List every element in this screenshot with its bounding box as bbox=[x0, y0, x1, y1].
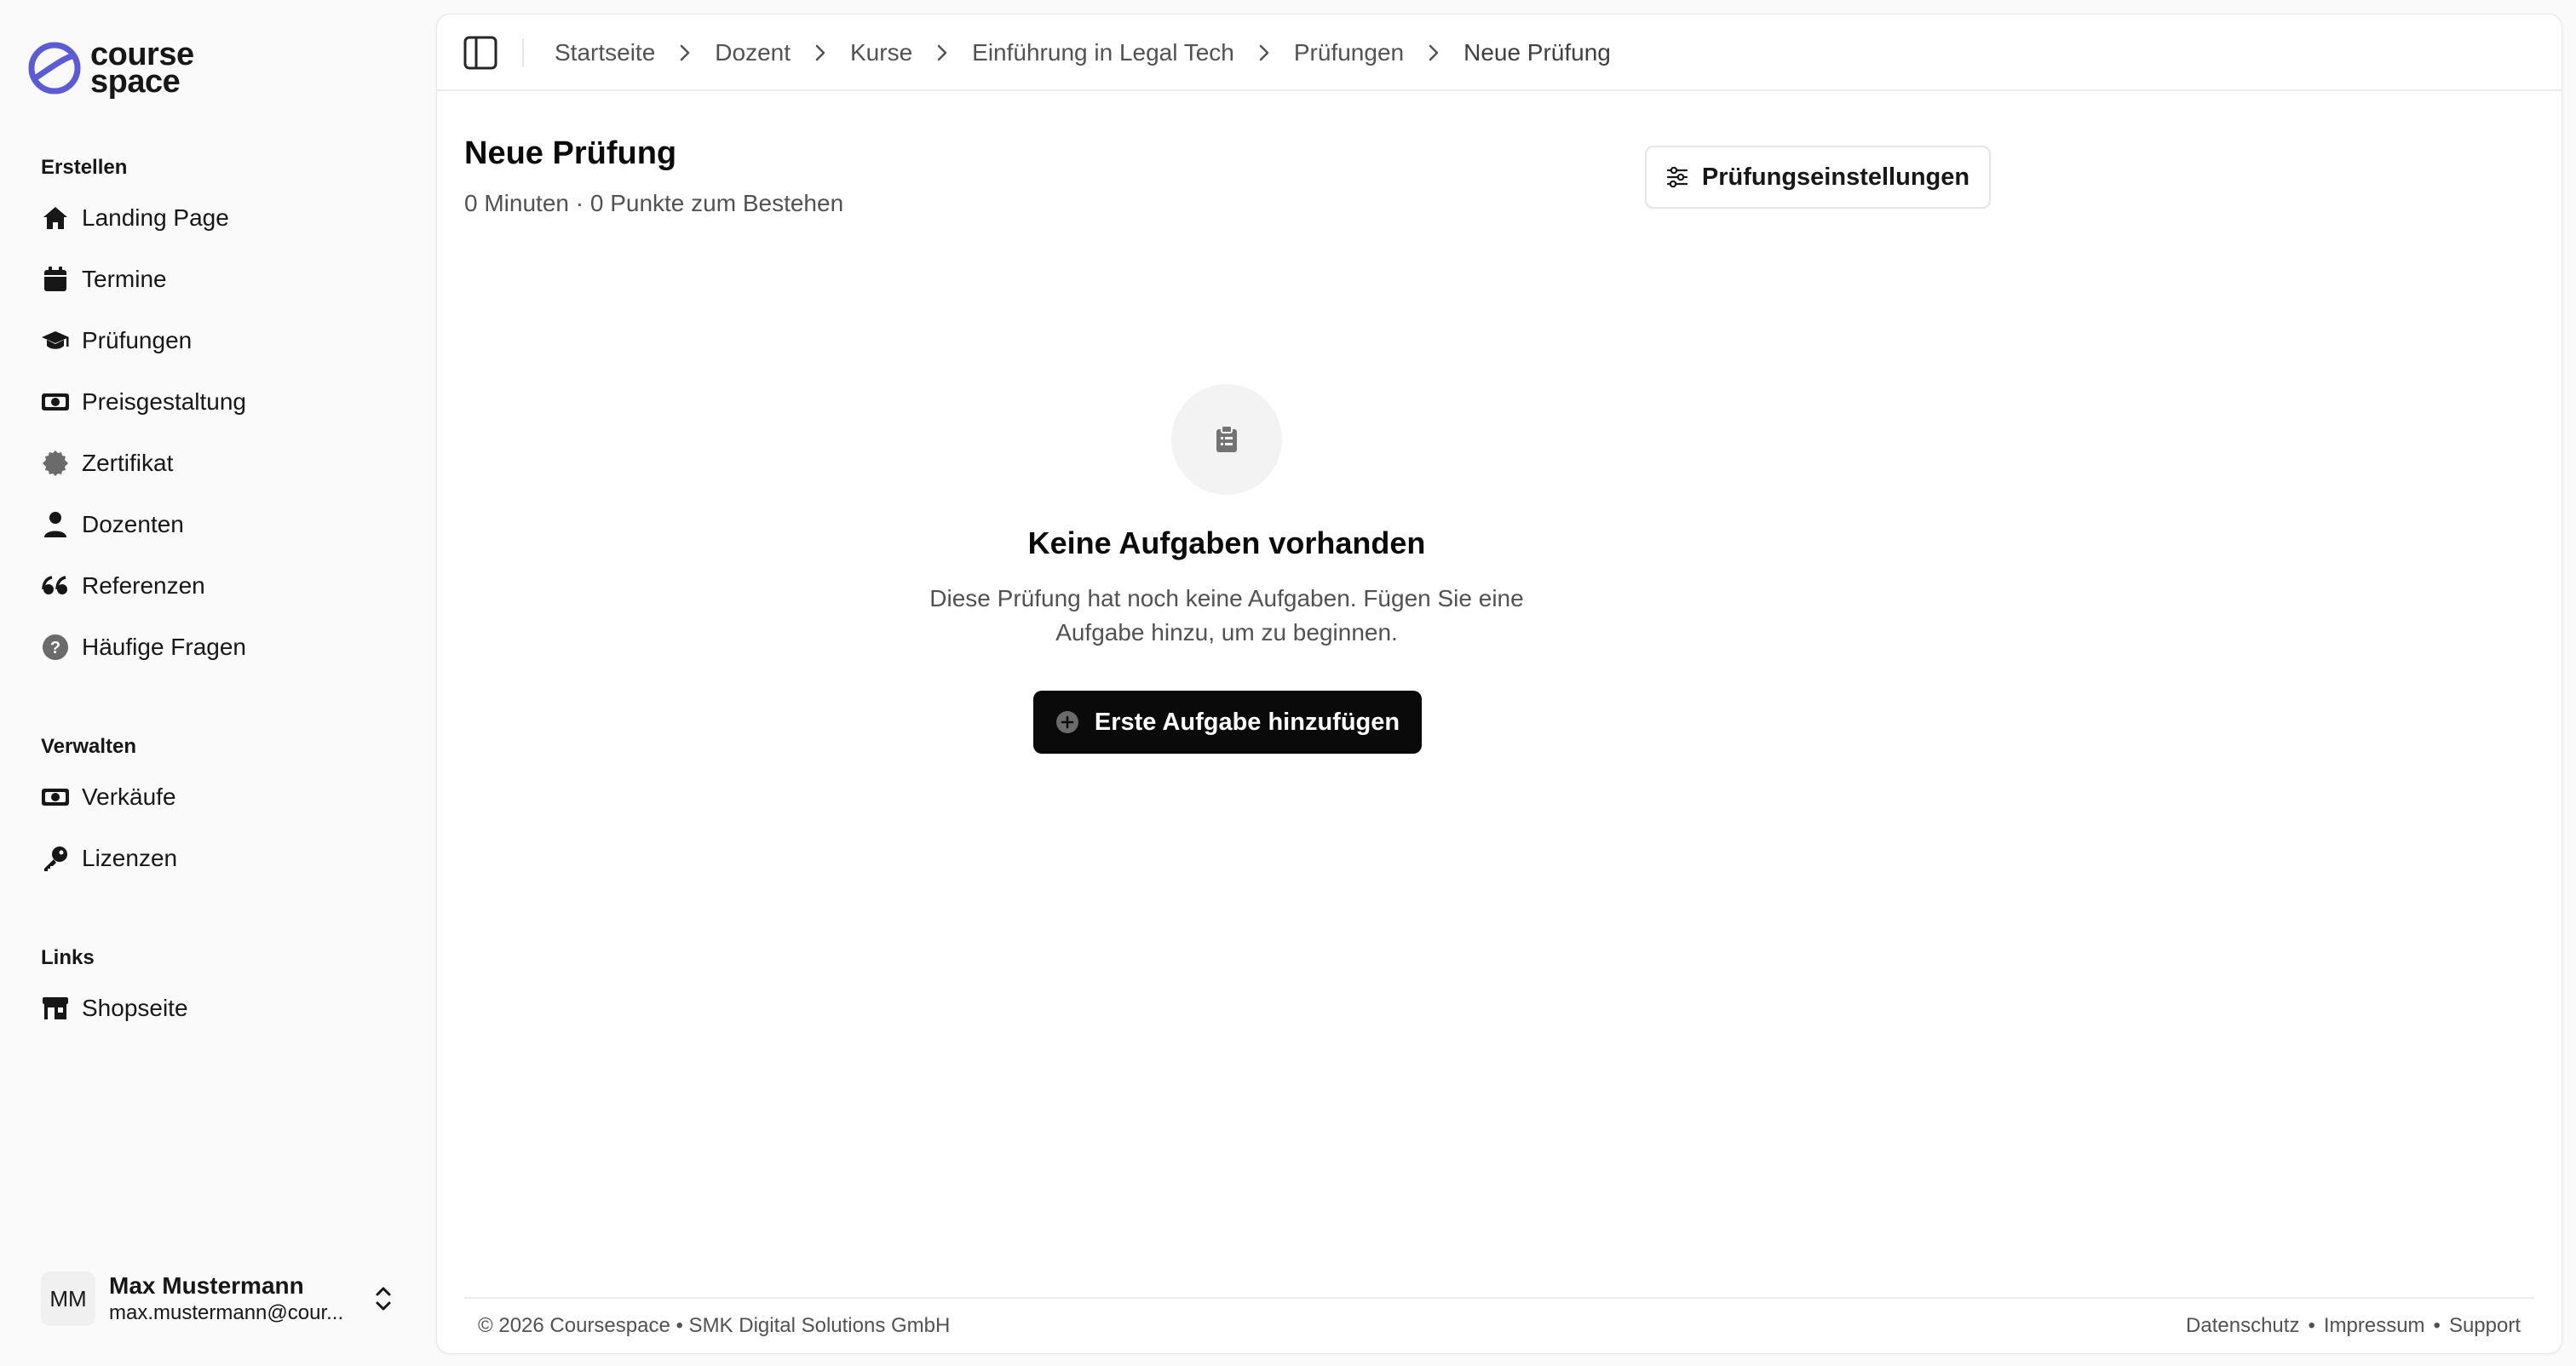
footer-links: Datenschutz • Impressum • Support bbox=[2186, 1314, 2521, 1338]
empty-state-description-line: Diese Prüfung hat noch keine Aufgaben. F… bbox=[929, 585, 1524, 611]
user-info: Max Mustermann max.mustermann@cour... bbox=[109, 1271, 356, 1326]
sidebar-item-label: Shopseite bbox=[82, 995, 188, 1021]
key-icon bbox=[41, 844, 70, 873]
sidebar-item-termine[interactable]: Termine bbox=[41, 249, 246, 310]
nav-section-links: Links Shopseite bbox=[41, 945, 188, 1039]
clipboard-icon bbox=[1216, 425, 1237, 452]
chevron-right-icon bbox=[937, 44, 947, 61]
plus-circle-icon bbox=[1055, 711, 1078, 733]
footer-link-support[interactable]: Support bbox=[2449, 1314, 2521, 1338]
chevron-up-down-icon bbox=[376, 1287, 391, 1311]
sidebar-item-dozenten[interactable]: Dozenten bbox=[41, 494, 246, 555]
footer-separator: • bbox=[2308, 1314, 2315, 1337]
logo[interactable]: course space bbox=[26, 38, 194, 100]
sidebar-item-verkaeufe[interactable]: Verkäufe bbox=[41, 766, 177, 828]
store-icon bbox=[41, 994, 70, 1023]
sidebar-item-referenzen[interactable]: Referenzen bbox=[41, 555, 246, 617]
banknote-icon bbox=[41, 387, 70, 416]
graduation-cap-icon bbox=[41, 326, 70, 355]
nav-section-verwalten: Verwalten Verkäufe Lizenzen bbox=[41, 734, 177, 889]
sidebar-item-zertifikat[interactable]: Zertifikat bbox=[41, 433, 246, 494]
sidebar-item-pruefungen[interactable]: Prüfungen bbox=[41, 310, 246, 371]
user-menu[interactable]: MM Max Mustermann max.mustermann@cour... bbox=[41, 1269, 399, 1329]
sidebar-item-landing-page[interactable]: Landing Page bbox=[41, 187, 246, 249]
footer-link-impressum[interactable]: Impressum bbox=[2324, 1314, 2425, 1338]
add-first-task-label: Erste Aufgabe hinzufügen bbox=[1094, 708, 1400, 736]
chevron-right-icon bbox=[681, 44, 690, 61]
person-icon bbox=[41, 510, 70, 539]
sidebar: course space Erstellen Landing Page Term… bbox=[0, 0, 434, 1366]
sidebar-item-label: Häufige Fragen bbox=[82, 634, 247, 660]
user-name: Max Mustermann bbox=[109, 1272, 304, 1299]
breadcrumb-startseite[interactable]: Startseite bbox=[555, 39, 655, 66]
app-root: course space Erstellen Landing Page Term… bbox=[0, 0, 2576, 1366]
empty-state-icon-circle bbox=[1171, 384, 1282, 495]
breadcrumb: Startseite Dozent Kurse Einführung in Le… bbox=[555, 14, 1611, 91]
breadcrumb-pruefungen[interactable]: Prüfungen bbox=[1294, 39, 1404, 66]
topbar-divider bbox=[522, 38, 524, 67]
sidebar-item-label: Prüfungen bbox=[82, 327, 193, 353]
sidebar-item-label: Preisgestaltung bbox=[82, 388, 247, 415]
breadcrumb-course[interactable]: Einführung in Legal Tech bbox=[972, 39, 1234, 66]
chevron-right-icon bbox=[1259, 44, 1269, 61]
avatar: MM bbox=[41, 1271, 95, 1326]
page-title: Neue Prüfung bbox=[464, 135, 677, 171]
footer-divider bbox=[464, 1297, 2534, 1299]
sidebar-item-lizenzen[interactable]: Lizenzen bbox=[41, 828, 177, 889]
empty-state-description: Diese Prüfung hat noch keine Aufgaben. F… bbox=[886, 582, 1567, 650]
breadcrumb-current: Neue Prüfung bbox=[1463, 39, 1611, 66]
banknote-icon bbox=[41, 783, 70, 812]
sidebar-item-label: Zertifikat bbox=[82, 450, 174, 476]
footer-copyright: © 2026 Coursespace • SMK Digital Solutio… bbox=[478, 1314, 951, 1337]
exam-settings-label: Prüfungseinstellungen bbox=[1701, 163, 1970, 191]
logo-text-line2: space bbox=[90, 64, 181, 100]
sidebar-item-label: Verkäufe bbox=[82, 783, 176, 810]
question-circle-icon: ? bbox=[41, 633, 70, 662]
home-icon bbox=[41, 204, 70, 232]
quote-icon bbox=[41, 571, 70, 600]
sidebar-item-label: Referenzen bbox=[82, 572, 205, 599]
sidebar-item-preisgestaltung[interactable]: Preisgestaltung bbox=[41, 371, 246, 433]
nav-heading: Erstellen bbox=[41, 156, 128, 179]
nav-section-erstellen: Erstellen Landing Page Termine Prüfungen bbox=[41, 155, 246, 678]
footer-separator: • bbox=[2433, 1314, 2441, 1337]
nav-heading: Links bbox=[41, 946, 95, 969]
sidebar-toggle-icon[interactable] bbox=[463, 35, 498, 71]
topbar: Startseite Dozent Kurse Einführung in Le… bbox=[437, 14, 2562, 91]
breadcrumb-dozent[interactable]: Dozent bbox=[715, 39, 791, 66]
page-subtitle: 0 Minuten · 0 Punkte zum Bestehen bbox=[464, 190, 844, 216]
nav-heading: Verwalten bbox=[41, 735, 137, 758]
sidebar-item-shopseite[interactable]: Shopseite bbox=[41, 978, 188, 1039]
add-first-task-button[interactable]: Erste Aufgabe hinzufügen bbox=[1033, 691, 1422, 754]
empty-state-description-line: Aufgabe hinzu, um zu beginnen. bbox=[1055, 619, 1398, 646]
coursespace-logo-icon bbox=[28, 42, 81, 95]
sidebar-item-label: Termine bbox=[82, 266, 167, 292]
sidebar-item-label: Landing Page bbox=[82, 204, 229, 231]
sidebar-item-label: Dozenten bbox=[82, 511, 184, 537]
sidebar-item-label: Lizenzen bbox=[82, 845, 178, 871]
logo-text: course space bbox=[90, 38, 194, 100]
breadcrumb-kurse[interactable]: Kurse bbox=[850, 39, 912, 66]
footer-link-datenschutz[interactable]: Datenschutz bbox=[2186, 1314, 2299, 1338]
badge-icon bbox=[41, 449, 70, 478]
svg-text:?: ? bbox=[50, 639, 60, 657]
calendar-icon bbox=[41, 265, 70, 294]
sidebar-item-haeufige-fragen[interactable]: ? Häufige Fragen bbox=[41, 617, 246, 678]
empty-state-title: Keine Aufgaben vorhanden bbox=[1027, 525, 1426, 560]
user-email: max.mustermann@cour... bbox=[109, 1301, 344, 1324]
main-panel: Startseite Dozent Kurse Einführung in Le… bbox=[436, 14, 2562, 1354]
sliders-icon bbox=[1666, 166, 1688, 188]
chevron-right-icon bbox=[815, 44, 825, 61]
exam-settings-button[interactable]: Prüfungseinstellungen bbox=[1645, 146, 1991, 209]
chevron-right-icon bbox=[1429, 44, 1439, 61]
